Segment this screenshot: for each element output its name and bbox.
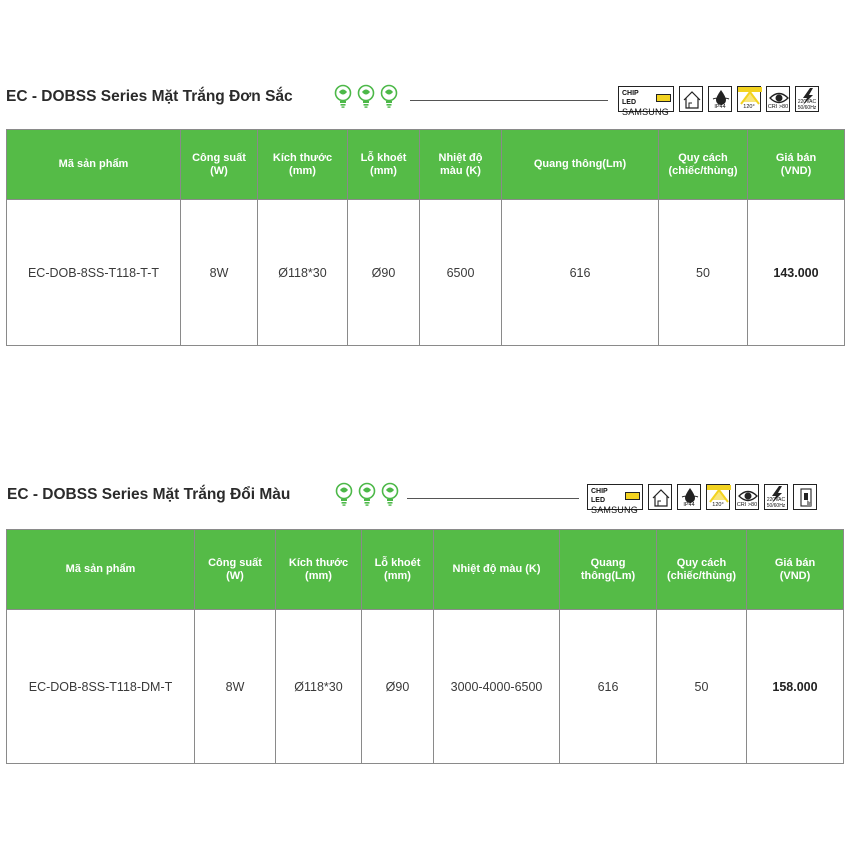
section-header: EC - DOBSS Series Mặt Trắng Đổi Màu CHIP… <box>0 478 853 518</box>
chip-led-label: CHIP LED <box>622 90 639 106</box>
beam-angle-icon: 120° <box>706 484 730 510</box>
cell-color-temp: 6500 <box>419 199 502 346</box>
indoor-home-icon <box>679 86 703 112</box>
cell-cutout: Ø90 <box>361 609 434 764</box>
cell-luminous-flux: 616 <box>501 199 659 346</box>
ip-label: IP44 <box>683 502 695 508</box>
product-table-2: Mã sản phẩm Công suất (W) Kích thước (mm) … <box>6 529 844 764</box>
section-header: EC - DOBSS Series Mặt Trắng Đơn Sắc CHIP… <box>0 80 853 120</box>
cri-label: CRI >80 <box>736 502 758 508</box>
header-color-temp: Nhiệt độ màu (K) <box>433 529 560 610</box>
chip-brand-label: SAMSUNG <box>591 505 638 515</box>
header-color-temp: Nhiệt độ màu (K) <box>419 129 502 200</box>
header-power: Công suất (W) <box>180 129 258 200</box>
cell-power: 8W <box>180 199 258 346</box>
table-header-row: Mã sản phẩm Công suất (W) Kích thước (mm) … <box>6 129 845 200</box>
product-section-1: EC - DOBSS Series Mặt Trắng Đơn Sắc CHIP… <box>0 80 853 346</box>
table-header-row: Mã sản phẩm Công suất (W) Kích thước (mm) … <box>6 529 844 610</box>
voltage-label: 220VAC 50/60Hz <box>765 497 787 509</box>
energy-bulbs <box>333 84 399 108</box>
energy-bulb-icon <box>356 84 376 108</box>
ip-label: IP44 <box>714 104 726 110</box>
cell-packing: 50 <box>656 609 747 764</box>
voltage-lightning-icon: 220VAC 50/60Hz <box>764 484 788 510</box>
cri-eye-icon: CRI >80 <box>735 484 759 510</box>
cell-product-code: EC-DOB-8SS-T118-T-T <box>6 199 181 346</box>
energy-bulb-icon <box>334 482 354 506</box>
header-cutout: Lỗ khoét (mm) <box>347 129 420 200</box>
cell-luminous-flux: 616 <box>559 609 657 764</box>
indoor-home-icon <box>648 484 672 510</box>
ip44-water-icon: IP44 <box>708 86 732 112</box>
header-luminous-flux: Quang thông(Lm) <box>559 529 657 610</box>
cell-size: Ø118*30 <box>257 199 348 346</box>
chip-led-badge: CHIP LED SAMSUNG <box>618 86 674 117</box>
header-price: Giá bán (VND) <box>747 129 845 200</box>
energy-bulb-icon <box>333 84 353 108</box>
header-size: Kích thước (mm) <box>257 129 348 200</box>
header-luminous-flux: Quang thông(Lm) <box>501 129 659 200</box>
header-size: Kích thước (mm) <box>275 529 362 610</box>
cell-price: 158.000 <box>746 609 844 764</box>
energy-bulbs <box>334 482 400 506</box>
table-row: EC-DOB-8SS-T118-DM-T 8W Ø118*30 Ø90 3000… <box>6 609 844 764</box>
ip44-water-icon: IP44 <box>677 484 701 510</box>
chip-led-swatch <box>655 94 671 102</box>
header-packing: Quy cách (chiếc/thùng) <box>656 529 747 610</box>
energy-bulb-icon <box>357 482 377 506</box>
certification-icons: CHIP LED SAMSUNG IP44 120° CRI >80 220VA… <box>618 86 819 117</box>
energy-bulb-icon <box>380 482 400 506</box>
cell-color-temp: 3000-4000-6500 <box>433 609 560 764</box>
header-product-code: Mã sản phẩm <box>6 129 181 200</box>
header-price: Giá bán (VND) <box>746 529 844 610</box>
frequency-value: 50/60Hz <box>797 104 817 111</box>
cri-label: CRI >80 <box>767 104 789 110</box>
header-packing: Quy cách (chiếc/thùng) <box>658 129 748 200</box>
voltage-lightning-icon: 220VAC 50/60Hz <box>795 86 819 112</box>
header-product-code: Mã sản phẩm <box>6 529 195 610</box>
table-row: EC-DOB-8SS-T118-T-T 8W Ø118*30 Ø90 6500 … <box>6 199 845 346</box>
angle-label: 120° <box>712 502 724 508</box>
chip-brand-label: SAMSUNG <box>622 107 669 117</box>
product-section-2: EC - DOBSS Series Mặt Trắng Đổi Màu CHIP… <box>0 478 853 764</box>
header-power: Công suất (W) <box>194 529 276 610</box>
energy-bulb-icon <box>379 84 399 108</box>
cri-eye-icon: CRI >80 <box>766 86 790 112</box>
cell-price: 143.000 <box>747 199 845 346</box>
angle-label: 120° <box>743 104 755 110</box>
certification-icons: CHIP LED SAMSUNG IP44 120° CRI >80 220VA… <box>587 484 817 515</box>
chip-led-swatch <box>624 492 640 500</box>
divider-line <box>410 100 608 101</box>
cell-cutout: Ø90 <box>347 199 420 346</box>
divider-line <box>407 498 579 499</box>
beam-angle-icon: 120° <box>737 86 761 112</box>
chip-led-label: CHIP LED <box>591 488 608 504</box>
cell-packing: 50 <box>658 199 748 346</box>
cell-product-code: EC-DOB-8SS-T118-DM-T <box>6 609 195 764</box>
cell-size: Ø118*30 <box>275 609 362 764</box>
chip-led-badge: CHIP LED SAMSUNG <box>587 484 643 515</box>
frequency-value: 50/60Hz <box>766 502 786 509</box>
section-title: EC - DOBSS Series Mặt Trắng Đổi Màu <box>7 486 291 503</box>
cell-power: 8W <box>194 609 276 764</box>
voltage-label: 220VAC 50/60Hz <box>796 99 818 111</box>
section-title: EC - DOBSS Series Mặt Trắng Đơn Sắc <box>6 88 293 105</box>
wall-switch-icon <box>793 484 817 510</box>
product-table-1: Mã sản phẩm Công suất (W) Kích thước (mm) … <box>6 129 845 346</box>
header-cutout: Lỗ khoét (mm) <box>361 529 434 610</box>
